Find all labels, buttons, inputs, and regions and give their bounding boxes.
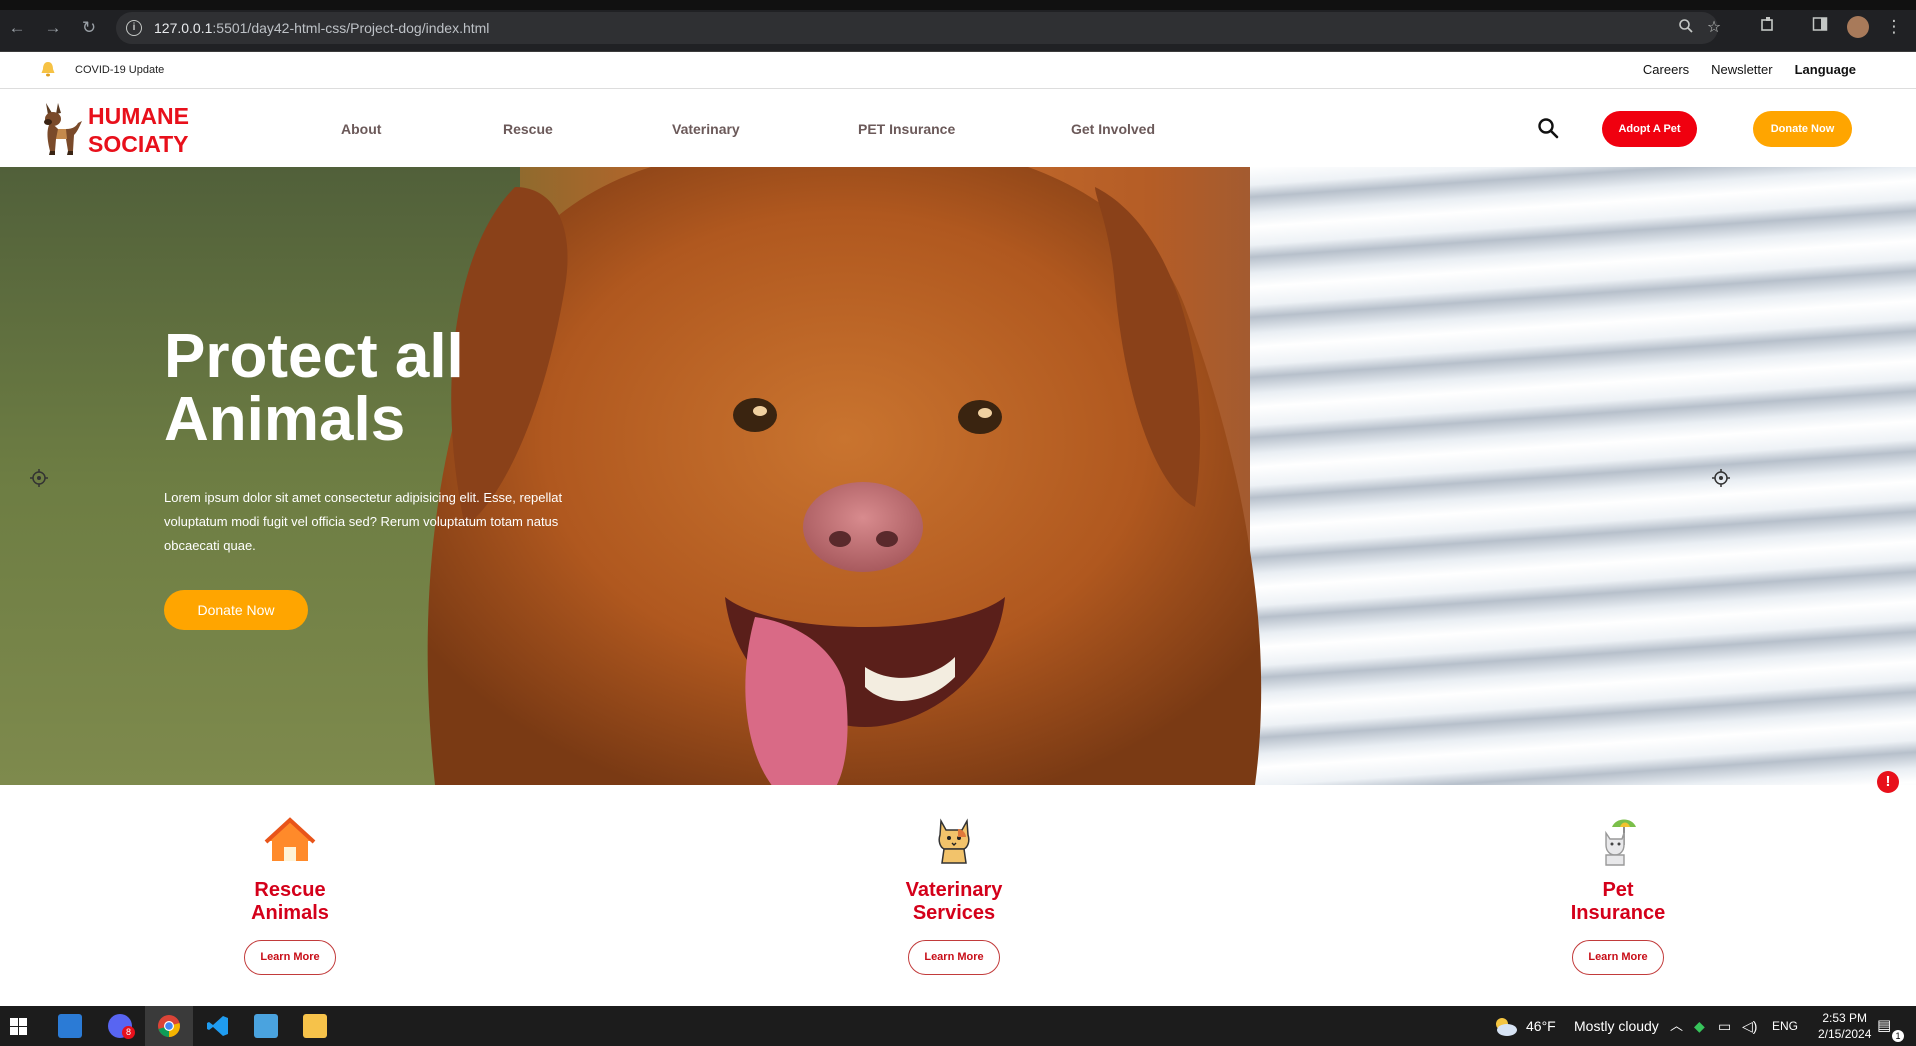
windows-start-icon[interactable]	[10, 1018, 27, 1035]
site-info-icon[interactable]: i	[126, 20, 142, 36]
language-link[interactable]: Language	[1795, 62, 1856, 77]
windows-taskbar: 8 46°F Mostly cloudy ︿ ◆ ▭ ◁) ENG 2:53 P…	[0, 1006, 1916, 1046]
carousel-next-icon[interactable]	[1710, 467, 1732, 489]
logo-line-2: SOCIATY	[88, 131, 189, 157]
photos-app-icon[interactable]	[254, 1014, 278, 1038]
dog-photo	[427, 167, 1262, 785]
address-bar[interactable]: i 127.0.0.1:5501/day42-html-css/Project-…	[116, 12, 1721, 44]
learn-more-button[interactable]: Learn More	[1572, 940, 1664, 975]
service-title-line-2: Insurance	[1570, 902, 1666, 924]
service-title: Vaterinary Services	[864, 879, 1044, 925]
nav-vaterinary[interactable]: Vaterinary	[672, 121, 740, 137]
service-title-line-2: Animals	[251, 902, 329, 924]
discord-icon[interactable]: 8	[108, 1014, 135, 1039]
security-icon[interactable]: ◆	[1694, 1006, 1705, 1046]
learn-more-button[interactable]: Learn More	[908, 940, 1000, 975]
notification-count: 1	[1892, 1030, 1904, 1042]
utility-links: Careers Newsletter Language	[1643, 62, 1856, 77]
logo-line-1: HUMANE	[88, 103, 189, 129]
hero-title-line-1: Protect all	[164, 322, 464, 391]
nav-about[interactable]: About	[341, 121, 381, 137]
utility-bar: COVID-19 Update Careers Newsletter Langu…	[0, 52, 1916, 89]
system-clock[interactable]: 2:53 PM 2/15/2024	[1818, 1010, 1871, 1042]
service-vaterinary-services: Vaterinary Services Learn More	[864, 815, 1044, 975]
menu-kebab-icon[interactable]: ⋮	[1882, 15, 1906, 39]
weather-cloudy-icon[interactable]	[1492, 1015, 1518, 1037]
house-icon	[264, 817, 316, 861]
dog-logo-icon[interactable]	[36, 99, 84, 157]
extensions-icon[interactable]	[1756, 15, 1780, 39]
careers-link[interactable]: Careers	[1643, 62, 1689, 77]
nav-pet-insurance[interactable]: PET Insurance	[858, 121, 955, 137]
service-title: Pet Insurance	[1528, 879, 1708, 925]
side-panel-icon[interactable]	[1808, 15, 1832, 39]
covid-update-link[interactable]: COVID-19 Update	[75, 64, 164, 76]
discord-badge: 8	[122, 1026, 135, 1039]
hero-title: Protect all Animals	[164, 325, 624, 451]
bookmark-star-icon[interactable]: ☆	[1704, 18, 1724, 38]
input-language[interactable]: ENG	[1772, 1006, 1798, 1046]
forward-icon[interactable]: →	[42, 17, 64, 39]
back-icon[interactable]: ←	[6, 17, 28, 39]
donate-now-hero-button[interactable]: Donate Now	[164, 590, 308, 630]
volume-icon[interactable]: ◁)	[1742, 1006, 1757, 1046]
weather-temp[interactable]: 46°F	[1526, 1006, 1556, 1046]
site-header: HUMANE SOCIATY About Rescue Vaterinary P…	[0, 89, 1916, 167]
service-pet-insurance: Pet Insurance Learn More	[1528, 815, 1708, 975]
clock-date: 2/15/2024	[1818, 1027, 1872, 1041]
notification-center-icon[interactable]: ▤	[1877, 1006, 1891, 1046]
hero-banner: Protect all Animals Lorem ipsum dolor si…	[0, 167, 1916, 785]
umbrella-cat-icon	[1605, 819, 1636, 866]
nav-rescue[interactable]: Rescue	[503, 121, 553, 137]
service-title-line-1: Vaterinary	[905, 879, 1003, 901]
service-title-line-1: Pet	[1602, 879, 1634, 901]
url-text[interactable]: 127.0.0.1:5501/day42-html-css/Project-do…	[154, 20, 489, 36]
browser-toolbar: ← → ↻ i 127.0.0.1:5501/day42-html-css/Pr…	[0, 0, 1916, 52]
service-title-line-2: Services	[912, 902, 996, 924]
network-icon[interactable]: ▭	[1718, 1006, 1731, 1046]
newsletter-link[interactable]: Newsletter	[1711, 62, 1772, 77]
service-title-line-1: Rescue	[254, 879, 326, 901]
profile-avatar[interactable]	[1847, 16, 1869, 38]
tray-chevron-icon[interactable]: ︿	[1670, 1006, 1683, 1046]
media-player-icon[interactable]	[58, 1014, 82, 1038]
alert-icon[interactable]: !	[1877, 771, 1899, 793]
search-icon[interactable]	[1537, 117, 1559, 139]
hero-description: Lorem ipsum dolor sit amet consectetur a…	[164, 490, 563, 553]
cat-icon	[938, 818, 970, 864]
tab-strip	[0, 0, 1916, 10]
donate-now-header-button[interactable]: Donate Now	[1753, 111, 1852, 147]
vscode-icon[interactable]	[206, 1014, 230, 1038]
hero-title-line-2: Animals	[164, 385, 406, 454]
file-explorer-icon[interactable]	[303, 1014, 327, 1038]
service-title: Rescue Animals	[200, 879, 380, 925]
hero-background-water	[1250, 167, 1916, 785]
service-rescue-animals: Rescue Animals Learn More	[200, 815, 380, 975]
clock-time: 2:53 PM	[1822, 1011, 1868, 1025]
chrome-icon[interactable]	[157, 1014, 181, 1038]
learn-more-button[interactable]: Learn More	[244, 940, 336, 975]
weather-condition[interactable]: Mostly cloudy	[1574, 1006, 1659, 1046]
logo-wordmark[interactable]: HUMANE SOCIATY	[88, 102, 189, 158]
bell-icon	[41, 62, 55, 77]
nav-get-involved[interactable]: Get Involved	[1071, 121, 1155, 137]
adopt-pet-button[interactable]: Adopt A Pet	[1602, 111, 1697, 147]
carousel-prev-icon[interactable]	[28, 467, 50, 489]
zoom-icon[interactable]	[1676, 18, 1696, 38]
reload-icon[interactable]: ↻	[78, 17, 100, 39]
